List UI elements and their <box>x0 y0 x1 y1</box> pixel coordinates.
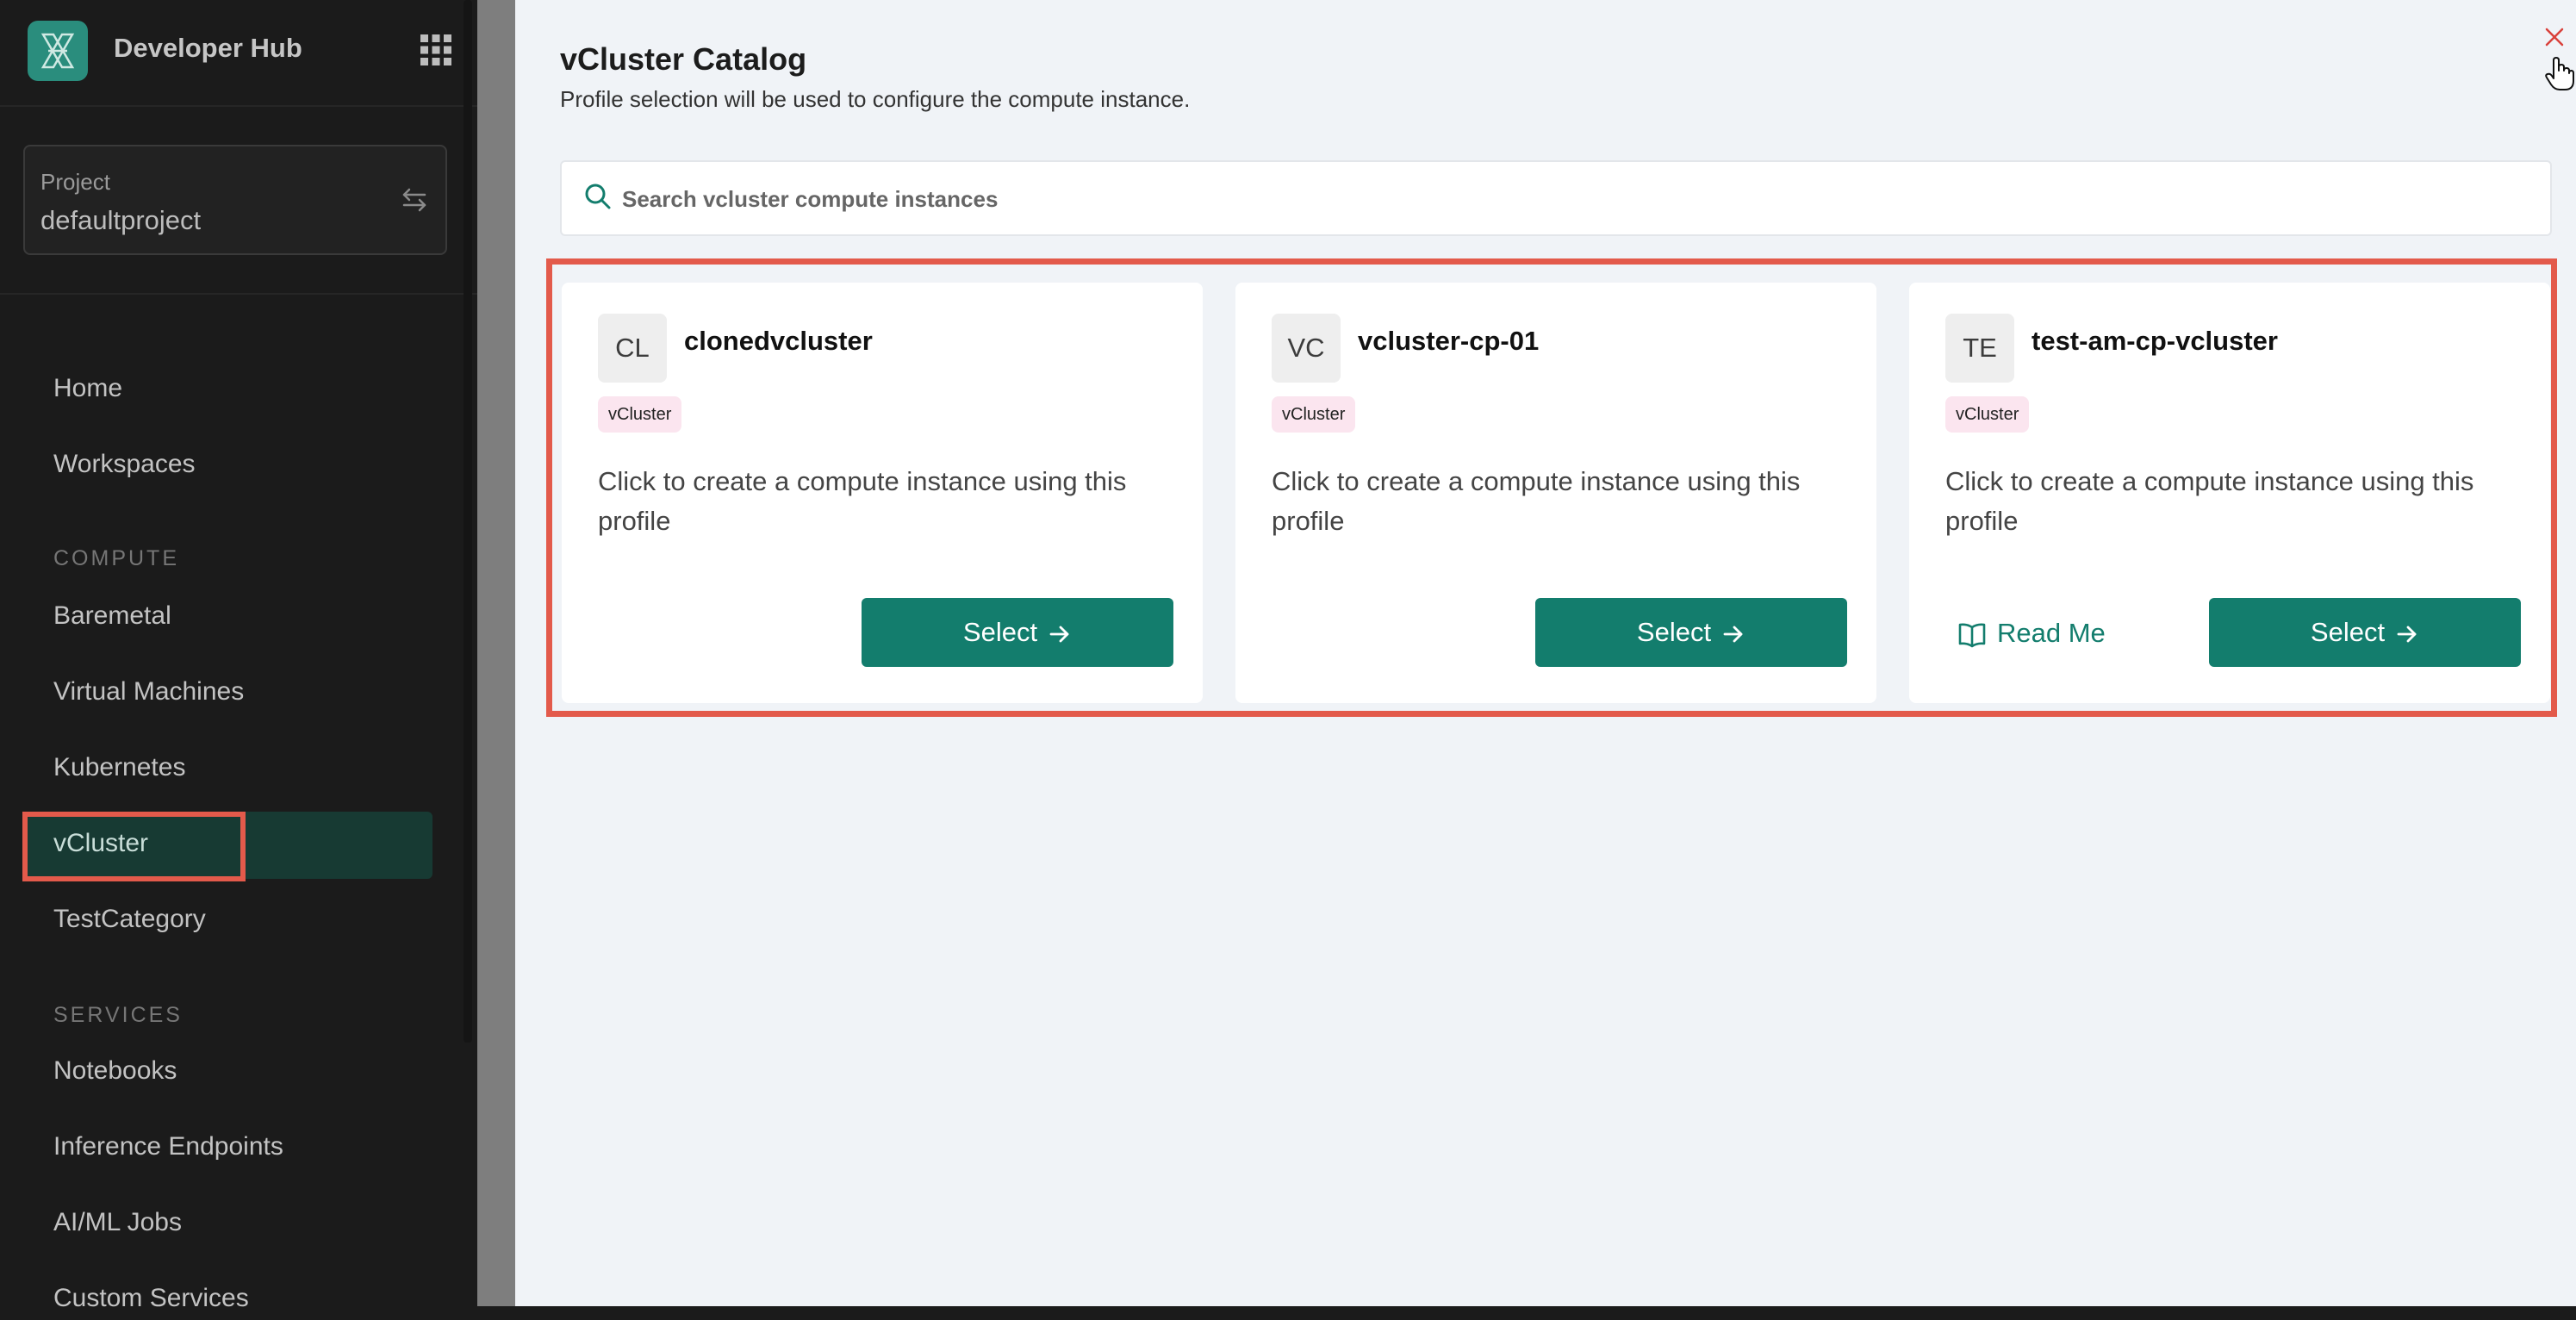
arrow-right-icon <box>1723 626 1743 643</box>
sidebar-item-kubernetes[interactable]: Kubernetes <box>53 746 185 789</box>
app-title: Developer Hub <box>114 33 302 63</box>
search-input[interactable] <box>622 176 2517 222</box>
section-heading-compute: COMPUTE <box>53 546 179 570</box>
sidebar-item-inference-endpoints[interactable]: Inference Endpoints <box>53 1125 283 1168</box>
profile-avatar: VC <box>1272 314 1341 383</box>
sidebar-item-notebooks[interactable]: Notebooks <box>53 1049 177 1093</box>
select-button[interactable]: Select <box>1535 598 1847 667</box>
profile-card[interactable]: CL clonedvcluster vCluster Click to crea… <box>562 283 1203 703</box>
arrow-right-icon <box>1049 626 1069 643</box>
profile-description: Click to create a compute instance using… <box>1945 466 2474 536</box>
search-icon <box>582 181 613 212</box>
sidebar-item-workspaces[interactable]: Workspaces <box>53 443 196 486</box>
annotation-highlight-box <box>22 812 246 881</box>
profile-name: test-am-cp-vcluster <box>2032 326 2278 356</box>
select-button[interactable]: Select <box>2209 598 2521 667</box>
sidebar-divider <box>0 293 477 295</box>
read-me-button[interactable]: Read Me <box>1957 615 2106 651</box>
profile-card[interactable]: TE test-am-cp-vcluster vCluster Click to… <box>1909 283 2550 703</box>
apps-grid-icon[interactable] <box>419 33 453 67</box>
project-name: defaultproject <box>40 205 202 235</box>
project-switcher[interactable]: Project defaultproject <box>23 145 447 255</box>
arrow-right-icon <box>2397 626 2417 643</box>
select-button-label: Select <box>1636 617 1712 647</box>
profile-description: Click to create a compute instance using… <box>598 466 1127 536</box>
brand-header: Developer Hub <box>0 0 477 107</box>
drawer-title: vCluster Catalog <box>560 41 807 77</box>
profile-avatar: CL <box>598 314 667 383</box>
profile-tag: vCluster <box>1945 396 2030 433</box>
close-icon[interactable] <box>2542 24 2567 50</box>
sidebar-item-virtual-machines[interactable]: Virtual Machines <box>53 670 244 713</box>
profile-tag: vCluster <box>598 396 682 433</box>
modal-scrim[interactable] <box>477 0 515 1306</box>
project-label: Project <box>40 169 110 195</box>
select-button[interactable]: Select <box>862 598 1173 667</box>
hand-cursor-icon <box>2545 57 2574 91</box>
sidebar-item-baremetal[interactable]: Baremetal <box>53 595 171 638</box>
book-icon <box>1958 623 1986 648</box>
profile-name: vcluster-cp-01 <box>1358 326 1540 356</box>
sidebar-scrollbar[interactable] <box>464 0 472 1043</box>
app-logo[interactable] <box>28 21 88 81</box>
catalog-drawer: vCluster Catalog Profile selection will … <box>515 0 2576 1306</box>
select-button-label: Select <box>962 617 1038 647</box>
search-box <box>560 160 2552 236</box>
switch-arrows-icon[interactable] <box>399 184 430 215</box>
profile-tag: vCluster <box>1272 396 1356 433</box>
sidebar-item-custom-services[interactable]: Custom Services <box>53 1277 249 1320</box>
sidebar: Developer Hub Project defaultproject Hom… <box>0 0 477 1312</box>
sidebar-item-testcategory[interactable]: TestCategory <box>53 898 206 941</box>
profile-name: clonedvcluster <box>684 326 873 356</box>
select-button-label: Select <box>2310 617 2386 647</box>
profile-description: Click to create a compute instance using… <box>1272 466 1801 536</box>
profile-card[interactable]: VC vcluster-cp-01 vCluster Click to crea… <box>1235 283 1876 703</box>
drawer-subtitle: Profile selection will be used to config… <box>560 86 1191 112</box>
sidebar-item-home[interactable]: Home <box>53 367 122 410</box>
read-me-label: Read Me <box>1997 618 2106 648</box>
profile-avatar: TE <box>1945 314 2014 383</box>
sidebar-item-ai-ml-jobs[interactable]: AI/ML Jobs <box>53 1201 182 1244</box>
section-heading-services: SERVICES <box>53 1003 183 1027</box>
